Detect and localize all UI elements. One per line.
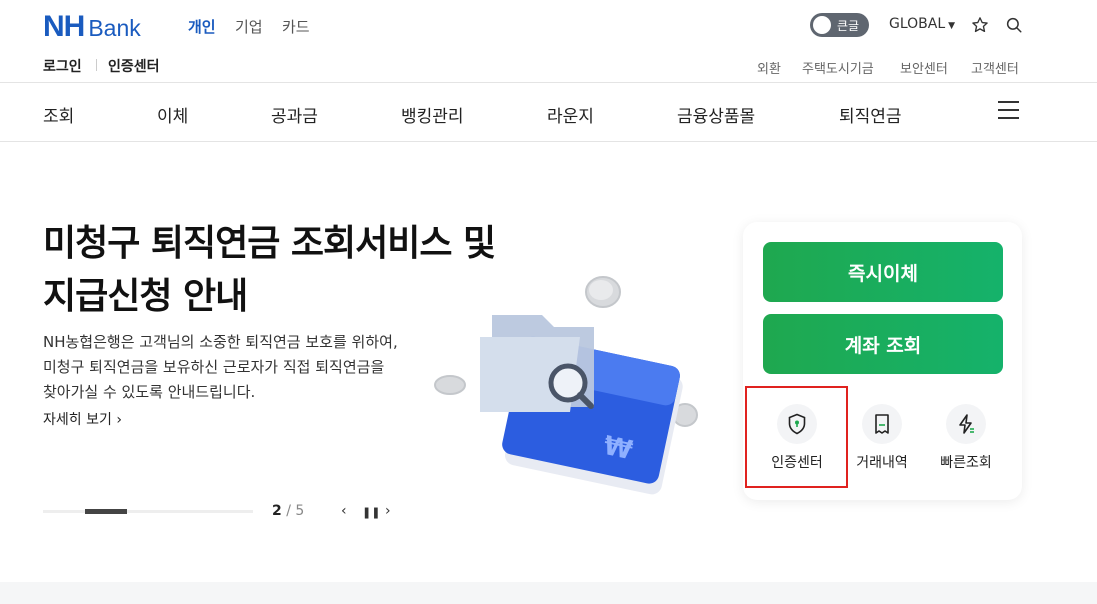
gnb-banking-mgmt[interactable]: 뱅킹관리 bbox=[401, 102, 464, 127]
menu-icon[interactable] bbox=[998, 101, 1020, 121]
gnb-utility-bills[interactable]: 공과금 bbox=[271, 102, 318, 127]
logo-mark: NH bbox=[43, 10, 85, 43]
hero-desc-line: 미청구 퇴직연금을 보유하신 근로자가 직접 퇴직연금을 bbox=[43, 358, 385, 376]
forex-link[interactable]: 외환 bbox=[757, 58, 781, 77]
star-icon[interactable] bbox=[971, 16, 989, 34]
divider bbox=[0, 141, 1097, 142]
top-bar: NH Bank 개인 기업 카드 큰글 GLOBAL ▼ bbox=[0, 0, 1097, 52]
pension-illustration: ₩ bbox=[434, 276, 698, 495]
global-dropdown[interactable]: GLOBAL ▼ bbox=[889, 16, 955, 32]
gnb-transfer[interactable]: 이체 bbox=[157, 102, 188, 127]
prev-slide-icon[interactable]: ‹ bbox=[341, 503, 347, 519]
quick-transaction-history[interactable]: 거래내역 bbox=[842, 404, 922, 472]
slide-current: 2 bbox=[272, 503, 282, 519]
see-more-label: 자세히 보기 bbox=[43, 412, 112, 428]
gnb-inquiry[interactable]: 조회 bbox=[43, 102, 74, 127]
toggle-knob bbox=[813, 16, 831, 34]
quick-fast-inquiry[interactable]: 빠른조회 bbox=[926, 404, 1006, 472]
divider bbox=[0, 82, 1097, 83]
chevron-right-icon: › bbox=[116, 412, 122, 428]
nh-bank-logo[interactable]: NH Bank bbox=[43, 10, 141, 44]
receipt-icon bbox=[862, 404, 902, 444]
next-slide-icon[interactable]: › bbox=[385, 503, 391, 519]
footer-band bbox=[0, 582, 1097, 604]
large-text-toggle[interactable]: 큰글 bbox=[810, 13, 869, 37]
account-inquiry-button[interactable]: 계좌 조회 bbox=[763, 314, 1003, 374]
gnb-lounge[interactable]: 라운지 bbox=[547, 102, 594, 127]
hero-description: NH농협은행은 고객님의 소중한 퇴직연금 보호를 위하여, 미청구 퇴직연금을… bbox=[43, 330, 398, 405]
slide-counter: 2 / 5 bbox=[272, 503, 305, 519]
customer-center-link[interactable]: 고객센터 bbox=[971, 58, 1019, 77]
gnb-retirement-pension[interactable]: 퇴직연금 bbox=[839, 102, 902, 127]
logo-word: Bank bbox=[88, 15, 141, 41]
login-link[interactable]: 로그인 bbox=[43, 56, 82, 76]
segment-business[interactable]: 기업 bbox=[235, 16, 263, 37]
large-text-label: 큰글 bbox=[837, 18, 860, 33]
housing-fund-link[interactable]: 주택도시기금 bbox=[802, 58, 874, 77]
slide-total: 5 bbox=[295, 503, 305, 519]
quick-label: 거래내역 bbox=[856, 455, 908, 471]
lightning-icon bbox=[946, 404, 986, 444]
separator bbox=[96, 59, 97, 71]
see-more-link[interactable]: 자세히 보기 › bbox=[43, 409, 122, 429]
security-center-link[interactable]: 보안센터 bbox=[900, 58, 948, 77]
slide-progress-bar bbox=[43, 509, 253, 514]
utility-bar: 로그인 인증센터 외환 주택도시기금 보안센터 고객센터 bbox=[0, 52, 1097, 82]
pause-icon[interactable]: ❚❚ bbox=[362, 506, 380, 519]
instant-transfer-button[interactable]: 즉시이체 bbox=[763, 242, 1003, 302]
hero-title-line: 미청구 퇴직연금 조회서비스 및 bbox=[43, 223, 496, 264]
search-icon[interactable] bbox=[1005, 16, 1023, 34]
hero-desc-line: 찾아가실 수 있도록 안내드립니다. bbox=[43, 383, 256, 401]
cert-center-link[interactable]: 인증센터 bbox=[108, 56, 160, 76]
gnb-product-mall[interactable]: 금융상품몰 bbox=[677, 102, 755, 127]
global-label: GLOBAL bbox=[889, 16, 946, 32]
segment-card[interactable]: 카드 bbox=[282, 16, 310, 37]
quick-label: 빠른조회 bbox=[940, 455, 992, 471]
slide-progress-fill bbox=[85, 509, 127, 514]
segment-personal[interactable]: 개인 bbox=[188, 16, 216, 37]
caret-down-icon: ▼ bbox=[948, 21, 956, 31]
hero-desc-line: NH농협은행은 고객님의 소중한 퇴직연금 보호를 위하여, bbox=[43, 333, 398, 351]
highlight-box bbox=[745, 386, 848, 488]
